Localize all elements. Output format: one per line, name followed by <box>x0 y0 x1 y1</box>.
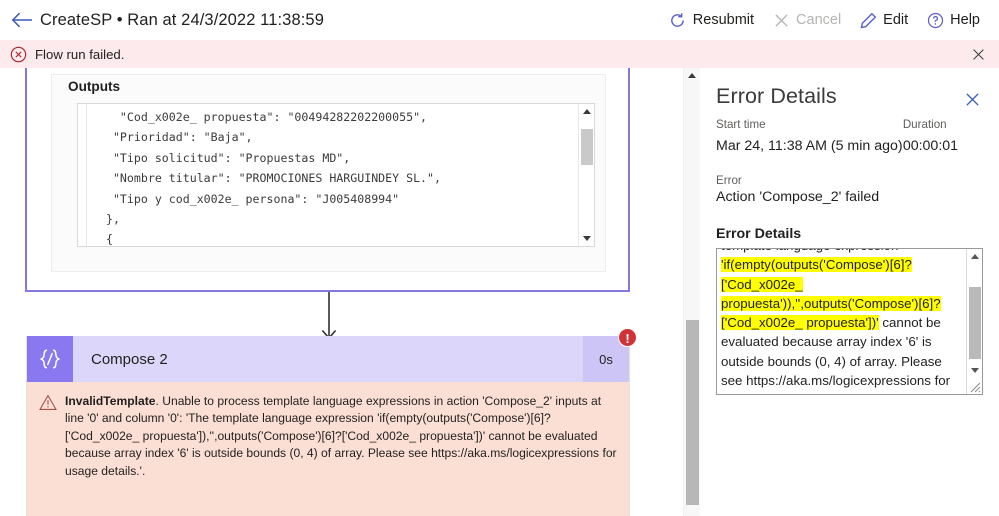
error-details-scrollbar-thumb[interactable] <box>969 287 981 359</box>
resize-grip-icon[interactable] <box>968 380 981 393</box>
action-card-compose-2[interactable]: Compose 2 0s ! InvalidTemplate. Unable t… <box>26 328 637 516</box>
resubmit-button[interactable]: Resubmit <box>660 2 763 38</box>
duration-label: Duration <box>902 118 947 131</box>
action-card-header[interactable]: Compose 2 0s ! <box>27 328 637 382</box>
outputs-scrollbar[interactable] <box>578 104 594 246</box>
outputs-card: Outputs "Cod_x002e_ propuesta": "0049428… <box>25 68 630 292</box>
warning-triangle-icon <box>39 393 57 516</box>
error-details-pane: Error Details Start time Mar 24, 11:38 A… <box>700 68 999 516</box>
triangle-down-icon[interactable] <box>579 231 594 246</box>
resubmit-label: Resubmit <box>692 12 755 28</box>
back-button[interactable] <box>0 0 44 40</box>
triangle-down-icon[interactable] <box>967 363 982 378</box>
outputs-label: Outputs <box>68 79 121 94</box>
edit-label: Edit <box>883 12 909 28</box>
error-value: Action 'Compose_2' failed <box>716 189 880 205</box>
canvas-scrollbar[interactable] <box>683 68 700 516</box>
triangle-up-icon[interactable] <box>579 104 594 119</box>
error-details-textarea[interactable]: template language expression 'if(empty(o… <box>716 248 983 395</box>
cancel-button[interactable]: Cancel <box>763 2 850 38</box>
error-details-scrollbar[interactable] <box>966 249 982 394</box>
flow-failed-banner: Flow run failed. <box>0 40 999 68</box>
outputs-json-text: "Cod_x002e_ propuesta": "004942822022000… <box>105 110 442 247</box>
page-title: Error Details <box>716 84 837 108</box>
start-time-label: Start time <box>716 118 766 131</box>
action-error-body: InvalidTemplate. Unable to process templ… <box>27 382 629 516</box>
arrow-left-icon <box>11 12 33 28</box>
status-badge: ! <box>618 328 637 347</box>
pane-title-row: Error Details <box>716 84 983 110</box>
question-circle-icon <box>926 11 944 29</box>
flow-canvas[interactable]: Outputs "Cod_x002e_ propuesta": "0049428… <box>0 68 683 516</box>
run-meta-row: Start time Mar 24, 11:38 AM (5 min ago) … <box>716 117 983 157</box>
breadcrumb[interactable]: CreateSP • Ran at 24/3/2022 11:38:59 <box>40 11 324 30</box>
error-details-clipped-line: template language expression <box>721 249 898 253</box>
duration-block: Duration 00:00:01 <box>903 117 983 157</box>
canvas-scrollbar-thumb[interactable] <box>686 320 699 505</box>
cancel-label: Cancel <box>796 12 842 28</box>
pencil-icon <box>859 11 877 29</box>
triangle-up-icon[interactable] <box>967 249 982 264</box>
help-button[interactable]: Help <box>917 2 989 38</box>
banner-message: Flow run failed. <box>35 46 125 62</box>
action-title: Compose 2 <box>91 350 168 368</box>
banner-close-button[interactable] <box>967 43 989 65</box>
close-icon <box>772 11 790 29</box>
compose-braces-icon <box>27 336 73 382</box>
refresh-icon <box>669 11 687 29</box>
outputs-scrollbar-thumb[interactable] <box>581 129 593 165</box>
start-time-block: Start time Mar 24, 11:38 AM (5 min ago) <box>716 117 903 157</box>
command-bar-actions: Resubmit Cancel Edit Help <box>660 0 999 40</box>
action-error-message: InvalidTemplate. Unable to process templ… <box>65 393 617 516</box>
pane-close-button[interactable] <box>961 88 983 110</box>
outputs-json-box[interactable]: "Cod_x002e_ propuesta": "004942822022000… <box>77 103 595 247</box>
error-details-label: Error Details <box>716 226 802 242</box>
error-label: Error <box>716 174 742 187</box>
edit-button[interactable]: Edit <box>850 2 917 38</box>
duration-value: 00:00:01 <box>902 138 959 154</box>
command-bar: CreateSP • Ran at 24/3/2022 11:38:59 Res… <box>0 0 999 40</box>
json-gutter <box>78 104 87 246</box>
error-circle-icon <box>8 44 28 64</box>
error-code: InvalidTemplate <box>65 394 156 408</box>
start-time-value: Mar 24, 11:38 AM (5 min ago) <box>716 138 903 154</box>
error-details-text: template language expression 'if(empty(o… <box>721 249 953 394</box>
flow-run-details-page: CreateSP • Ran at 24/3/2022 11:38:59 Res… <box>0 0 999 516</box>
help-label: Help <box>950 12 980 28</box>
triangle-up-icon[interactable] <box>684 68 700 83</box>
